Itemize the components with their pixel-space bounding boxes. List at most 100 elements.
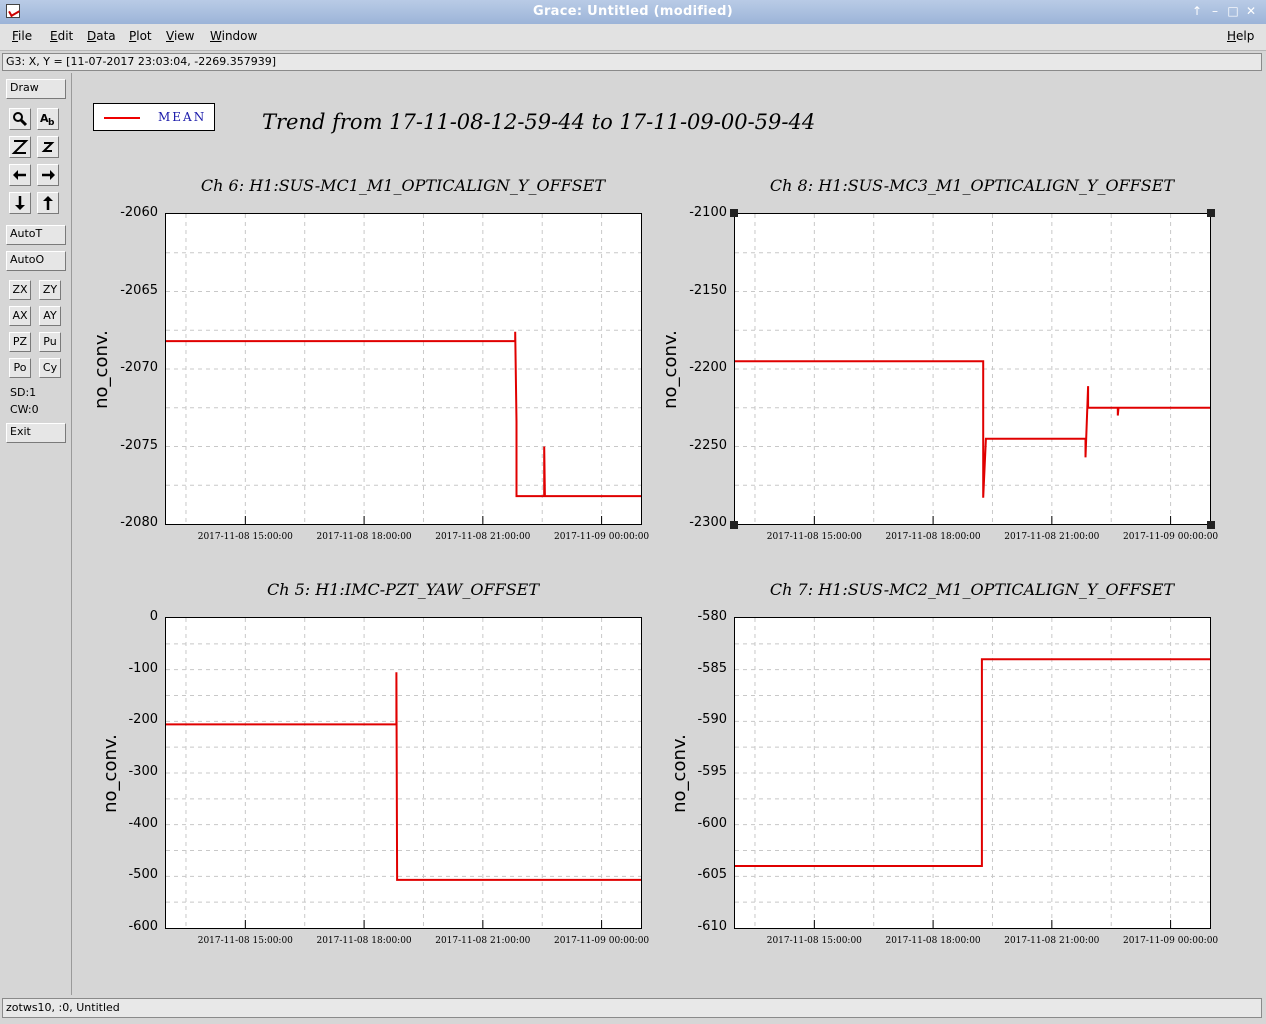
menu-file[interactable]: File <box>12 29 32 43</box>
cy-button[interactable]: Cy <box>39 358 61 378</box>
plot-frame-1[interactable] <box>165 213 642 525</box>
legend[interactable]: MEAN <box>93 103 215 131</box>
y-tick-label: -2065 <box>120 282 158 298</box>
zoom-icon[interactable] <box>9 108 31 130</box>
status-bar: zotws10, :0, Untitled <box>2 998 1262 1018</box>
menubar: File Edit Data Plot View Window Help <box>0 24 1266 51</box>
status-text: zotws10, :0, Untitled <box>6 1001 120 1014</box>
x-tick-label: 2017-11-08 21:00:00 <box>435 936 531 946</box>
zoom-small-z-icon[interactable] <box>37 136 59 158</box>
arrow-left-icon[interactable] <box>9 164 31 186</box>
y-tick-label: -500 <box>128 867 158 883</box>
x-tick-label: 2017-11-08 21:00:00 <box>435 532 531 542</box>
y-tick-label: -200 <box>128 712 158 728</box>
arrow-right-icon[interactable] <box>37 164 59 186</box>
series-line-4 <box>735 658 1210 867</box>
main-title: Trend from 17-11-08-12-59-44 to 17-11-09… <box>262 110 816 134</box>
x-tick-label: 2017-11-08 15:00:00 <box>197 532 293 542</box>
plot-svg-2 <box>735 214 1210 524</box>
series-line-1 <box>166 331 641 498</box>
menu-data[interactable]: Data <box>87 29 116 43</box>
selection-handle[interactable] <box>1207 209 1215 217</box>
y-tick-label: -585 <box>697 660 727 676</box>
y-tick-label: -600 <box>697 815 727 831</box>
x-tick-label: 2017-11-08 21:00:00 <box>1004 532 1100 542</box>
x-tick-label: 2017-11-08 15:00:00 <box>766 532 862 542</box>
y-tick-label: -605 <box>697 867 727 883</box>
y-tick-label: -2250 <box>689 437 727 453</box>
y-axis-label: no_conv. <box>668 733 690 813</box>
selection-handle[interactable] <box>730 521 738 529</box>
tool-panel: Draw Ab AutoT AutoO ZX ZY AX AY PZ Pu Po… <box>2 73 72 995</box>
pz-button[interactable]: PZ <box>9 332 31 352</box>
arrow-down-icon[interactable] <box>9 192 31 214</box>
x-tick-label: 2017-11-09 00:00:00 <box>553 532 650 542</box>
window-title: Grace: Untitled (modified) <box>532 4 734 19</box>
raise-icon[interactable]: ↑ <box>1189 3 1205 19</box>
plot-title-4: Ch 7: H1:SUS-MC2_M1_OPTICALIGN_Y_OFFSET <box>769 580 1175 599</box>
plot-frame-2[interactable] <box>734 213 1211 525</box>
y-tick-label: -2300 <box>689 515 727 530</box>
y-axis-label: no_conv. <box>90 329 112 409</box>
y-tick-label: -2060 <box>120 205 158 220</box>
svg-text:b: b <box>48 118 55 128</box>
plot-title-1: Ch 6: H1:SUS-MC1_M1_OPTICALIGN_Y_OFFSET <box>200 176 606 195</box>
menu-plot[interactable]: Plot <box>129 29 152 43</box>
zy-button[interactable]: ZY <box>39 280 61 300</box>
x-tick-label: 2017-11-08 21:00:00 <box>1004 936 1100 946</box>
y-tick-label: -600 <box>128 919 158 934</box>
ay-button[interactable]: AY <box>39 306 61 326</box>
plot-svg-4 <box>735 618 1210 928</box>
x-tick-label: 2017-11-08 18:00:00 <box>316 532 412 542</box>
plot-frame-3[interactable] <box>165 617 642 929</box>
ax-button[interactable]: AX <box>9 306 31 326</box>
pu-button[interactable]: Pu <box>39 332 61 352</box>
y-tick-label: -580 <box>697 609 727 624</box>
y-axis-label: no_conv. <box>659 329 681 409</box>
x-tick-label: 2017-11-09 00:00:00 <box>1122 532 1219 542</box>
legend-label: MEAN <box>158 110 207 124</box>
x-tick-label: 2017-11-08 18:00:00 <box>885 532 981 542</box>
coordinate-readout-text: G3: X, Y = [11-07-2017 23:03:04, -2269.3… <box>6 55 277 68</box>
close-icon[interactable]: ✕ <box>1243 3 1259 19</box>
series-line-3 <box>166 672 641 881</box>
plot-title-2: Ch 8: H1:SUS-MC3_M1_OPTICALIGN_Y_OFFSET <box>769 176 1175 195</box>
plot-frame-4[interactable] <box>734 617 1211 929</box>
x-tick-label: 2017-11-08 18:00:00 <box>885 936 981 946</box>
plot-title-3: Ch 5: H1:IMC-PZT_YAW_OFFSET <box>266 580 540 599</box>
y-tick-label: -610 <box>697 919 727 934</box>
y-tick-label: -100 <box>128 660 158 676</box>
legend-line <box>104 117 140 119</box>
y-tick-label: -2080 <box>120 515 158 530</box>
y-tick-label: 0 <box>149 609 158 624</box>
zoom-z-icon[interactable] <box>9 136 31 158</box>
arrow-up-icon[interactable] <box>37 192 59 214</box>
zx-button[interactable]: ZX <box>9 280 31 300</box>
menu-window[interactable]: Window <box>210 29 257 43</box>
y-tick-label: -2100 <box>689 205 727 220</box>
autoo-button[interactable]: AutoO <box>6 251 66 271</box>
y-tick-label: -2075 <box>120 437 158 453</box>
minimize-icon[interactable]: – <box>1207 3 1223 19</box>
x-tick-label: 2017-11-09 00:00:00 <box>1122 936 1219 946</box>
y-tick-label: -400 <box>128 815 158 831</box>
draw-button[interactable]: Draw <box>6 79 66 99</box>
maximize-icon[interactable]: □ <box>1225 3 1241 19</box>
selection-handle[interactable] <box>730 209 738 217</box>
current-world-label: CW:0 <box>10 403 39 416</box>
y-tick-label: -2150 <box>689 282 727 298</box>
y-tick-label: -590 <box>697 712 727 728</box>
coordinate-readout: G3: X, Y = [11-07-2017 23:03:04, -2269.3… <box>2 53 1262 71</box>
menu-view[interactable]: View <box>166 29 194 43</box>
menu-edit[interactable]: Edit <box>50 29 73 43</box>
menu-help[interactable]: Help <box>1227 29 1254 43</box>
stack-depth-label: SD:1 <box>10 386 37 399</box>
x-tick-label: 2017-11-08 15:00:00 <box>197 936 293 946</box>
text-icon[interactable]: Ab <box>37 108 59 130</box>
selection-handle[interactable] <box>1207 521 1215 529</box>
autot-button[interactable]: AutoT <box>6 225 66 245</box>
po-button[interactable]: Po <box>9 358 31 378</box>
x-tick-label: 2017-11-09 00:00:00 <box>553 936 650 946</box>
window-titlebar: Grace: Untitled (modified) ↑ – □ ✕ <box>0 0 1266 25</box>
exit-button[interactable]: Exit <box>6 423 66 443</box>
